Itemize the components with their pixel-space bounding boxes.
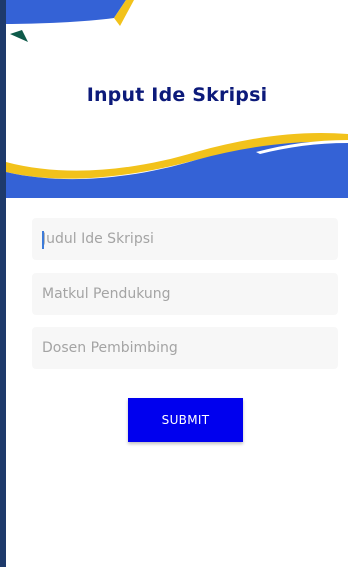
screen: Input Ide Skripsi SUBMIT (0, 0, 348, 567)
submit-button[interactable]: SUBMIT (128, 398, 243, 442)
dosen-pembimbing-field[interactable] (32, 327, 338, 369)
matkul-pendukung-input[interactable] (42, 273, 338, 315)
judul-ide-skripsi-field[interactable] (32, 218, 338, 260)
page-title: Input Ide Skripsi (86, 84, 268, 106)
judul-ide-skripsi-input[interactable] (42, 218, 338, 260)
dosen-pembimbing-input[interactable] (42, 327, 338, 369)
text-caret (42, 231, 44, 249)
matkul-pendukung-field[interactable] (32, 273, 338, 315)
